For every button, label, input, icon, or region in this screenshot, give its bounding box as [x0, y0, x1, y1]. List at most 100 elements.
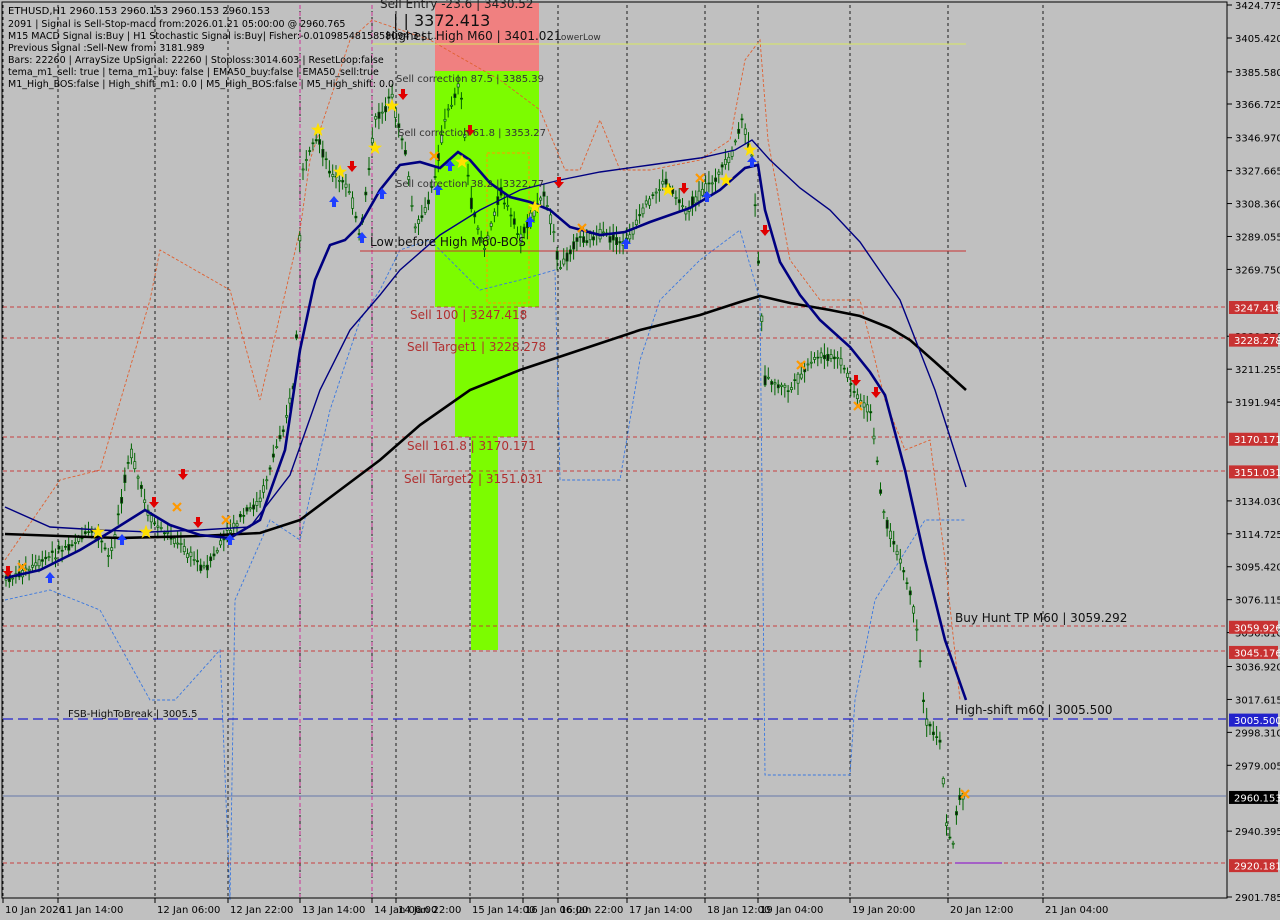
candle-body — [387, 96, 391, 99]
price-tick-label: 3366.725 — [1235, 100, 1280, 111]
candle-body — [522, 226, 526, 234]
time-tick-label: 20 Jan 12:00 — [950, 905, 1013, 916]
candle-body — [539, 197, 543, 201]
price-axis[interactable]: 3424.775 3405.420 3385.580 3366.725 3346.970… — [1226, 1, 1280, 904]
candle-body — [918, 660, 922, 663]
candle-body — [116, 513, 120, 516]
candle-body — [938, 739, 942, 743]
candle-body — [565, 252, 569, 262]
candle-body — [238, 513, 242, 518]
price-axis-markers: 3247.418 3228.278 3170.171 3151.031 3059.926… — [1229, 300, 1280, 873]
info-line: Previous Signal :Sell-New from: 3181.989 — [8, 43, 205, 54]
candle-body — [829, 354, 833, 359]
candle-body — [542, 191, 546, 197]
candle-body — [367, 168, 371, 170]
candle-body — [502, 202, 506, 205]
candle-body — [166, 531, 170, 534]
time-tick-label: 19 Jan 20:00 — [852, 905, 915, 916]
price-chart[interactable]: Sell Entry -23.6 | 3430.52 | | 3372.413 … — [0, 0, 1280, 920]
candle-body — [555, 250, 559, 260]
time-axis[interactable]: 10 Jan 202611 Jan 14:00 12 Jan 06:00 12 Ja… — [2, 897, 1227, 916]
price-marker-label: 3228.278 — [1234, 336, 1280, 347]
candle-body — [846, 372, 850, 378]
candle-body — [351, 197, 355, 209]
candle-body — [654, 191, 658, 194]
candle-body — [648, 198, 652, 206]
candle-body — [951, 842, 955, 845]
candle-body — [862, 402, 866, 408]
candle-body — [945, 822, 949, 827]
candle-body — [27, 568, 31, 572]
price-marker-label: 2920.181 — [1234, 862, 1280, 873]
candle-body — [740, 118, 744, 121]
candle-body — [202, 565, 206, 568]
candle-body — [875, 460, 879, 463]
candle-body — [922, 699, 925, 703]
candle-body — [704, 183, 708, 193]
candle-body — [806, 363, 810, 366]
candle-body — [235, 523, 239, 527]
price-tick-label: 3017.615 — [1235, 695, 1280, 706]
candle-body — [245, 507, 249, 512]
candle-body — [776, 384, 780, 389]
time-tick-label: 10 Jan 2026 — [5, 905, 65, 916]
candle-body — [196, 560, 199, 563]
candle-body — [611, 234, 615, 241]
price-tick-label: 3211.255 — [1235, 365, 1280, 376]
candle-body — [159, 527, 163, 529]
candle-body — [427, 199, 430, 205]
candle-body — [73, 542, 77, 544]
candle-body — [288, 397, 292, 404]
candle-body — [895, 550, 899, 555]
candle-body — [54, 557, 58, 560]
info-line: M1_High_BOS:false | High_shift_m1: 0.0 |… — [8, 79, 394, 90]
candle-body — [865, 404, 869, 413]
sell-target1-label: Sell Target1 | 3228.278 — [407, 340, 546, 354]
candle-body — [700, 188, 704, 196]
candle-body — [384, 106, 388, 113]
price-marker-label: 3059.926 — [1234, 623, 1280, 634]
candle-body — [836, 356, 840, 359]
candle-body — [311, 142, 315, 145]
candle-body — [262, 485, 265, 493]
price-tick-label: 3269.750 — [1235, 265, 1280, 276]
candle-body — [466, 174, 470, 177]
candle-body — [113, 534, 117, 538]
buy-hunt-label: Buy Hunt TP M60 | 3059.292 — [955, 611, 1127, 625]
candle-body — [826, 353, 830, 362]
price-marker-label: 3247.418 — [1234, 303, 1280, 314]
candle-body — [423, 207, 427, 213]
candle-body — [750, 154, 754, 157]
candle-body — [915, 628, 919, 631]
info-line: M15 MACD Signal is:Buy | H1 Stochastic S… — [8, 31, 437, 42]
candle-body — [40, 559, 44, 562]
price-tick-label: 2940.395 — [1235, 827, 1280, 838]
candle-body — [153, 522, 157, 525]
candle-body — [796, 373, 800, 384]
price-tick-label: 3405.420 — [1235, 34, 1280, 45]
candle-body — [255, 501, 259, 506]
candle-body — [453, 93, 457, 98]
candle-body — [248, 507, 252, 510]
candle-body — [242, 514, 246, 517]
candle-body — [727, 156, 731, 163]
candle-body — [634, 219, 638, 226]
candle-body — [489, 222, 493, 227]
candle-body — [592, 236, 595, 241]
candle-body — [229, 530, 232, 534]
sell-correction-87-label: Sell correction 87.5 | 3385.39 — [396, 74, 544, 85]
candle-body — [271, 453, 275, 458]
candle-body — [126, 462, 130, 464]
candle-body — [559, 267, 562, 269]
candle-body — [720, 164, 724, 168]
candle-body — [575, 237, 579, 242]
candle-body — [816, 356, 820, 359]
price-tick-label: 3424.775 — [1235, 1, 1280, 12]
price-tick-label: 2979.005 — [1235, 761, 1280, 772]
candle-body — [664, 178, 668, 185]
low-before-high-label: Low before High M60-BOS — [370, 235, 526, 249]
candle-body — [757, 260, 760, 264]
sell-entry-label: Sell Entry -23.6 | 3430.52 — [380, 0, 534, 11]
candle-body — [189, 551, 193, 557]
candle-body — [872, 435, 876, 440]
